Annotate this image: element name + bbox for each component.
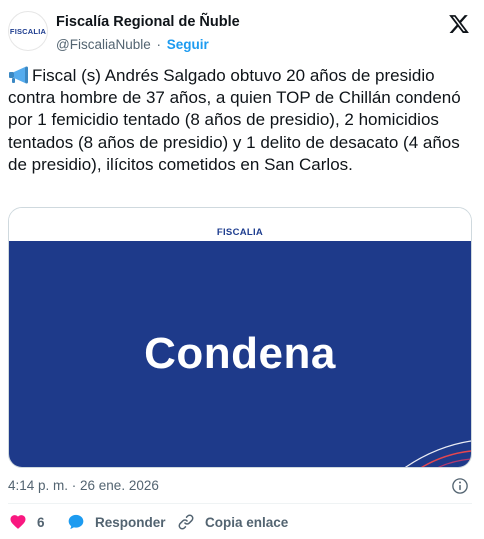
media-header-band: FISCALIA [9, 208, 471, 243]
post-timestamp[interactable]: 4:14 p. m. · 26 ene. 2026 [8, 478, 159, 493]
follow-button[interactable]: Seguir [167, 37, 209, 52]
handle-separator: · [156, 37, 162, 52]
author-avatar[interactable]: FISCALIA [8, 11, 48, 51]
reply-button[interactable]: Responder [67, 513, 166, 531]
like-count: 6 [37, 514, 45, 530]
media-logo: FISCALIA [9, 222, 471, 243]
x-logo-icon[interactable] [448, 13, 470, 35]
like-button[interactable]: 6 [9, 513, 45, 531]
media-image[interactable]: FISCALIA Condena [8, 207, 472, 468]
tweet-embed-card: FISCALIA Fiscalía Regional de Ñuble @Fis… [0, 0, 484, 539]
megaphone-icon [9, 66, 28, 84]
copy-link-button[interactable]: Copia enlace [177, 513, 288, 531]
media-title: Condena [144, 329, 336, 378]
author-name[interactable]: Fiscalía Regional de Ñuble [56, 14, 240, 30]
media-decoration-lines [404, 440, 471, 467]
link-icon [178, 514, 194, 530]
media-blue-panel: Condena [9, 241, 471, 467]
tweet-body: Fiscal (s) Andrés Salgado obtuvo 20 años… [8, 66, 461, 174]
author-handle-row: @FiscaliaNuble · Seguir [56, 37, 209, 52]
copy-link-label: Copia enlace [205, 514, 289, 530]
reply-label: Responder [95, 514, 166, 530]
avatar-logo-text: FISCALIA [9, 26, 47, 36]
author-handle[interactable]: @FiscaliaNuble [56, 37, 151, 52]
info-icon[interactable] [451, 477, 469, 495]
tweet-text: Fiscal (s) Andrés Salgado obtuvo 20 años… [8, 65, 470, 176]
actions-divider [8, 503, 472, 504]
media-logo-text: FISCALIA [216, 227, 264, 238]
speech-bubble-icon [68, 514, 84, 530]
heart-icon [10, 515, 26, 529]
